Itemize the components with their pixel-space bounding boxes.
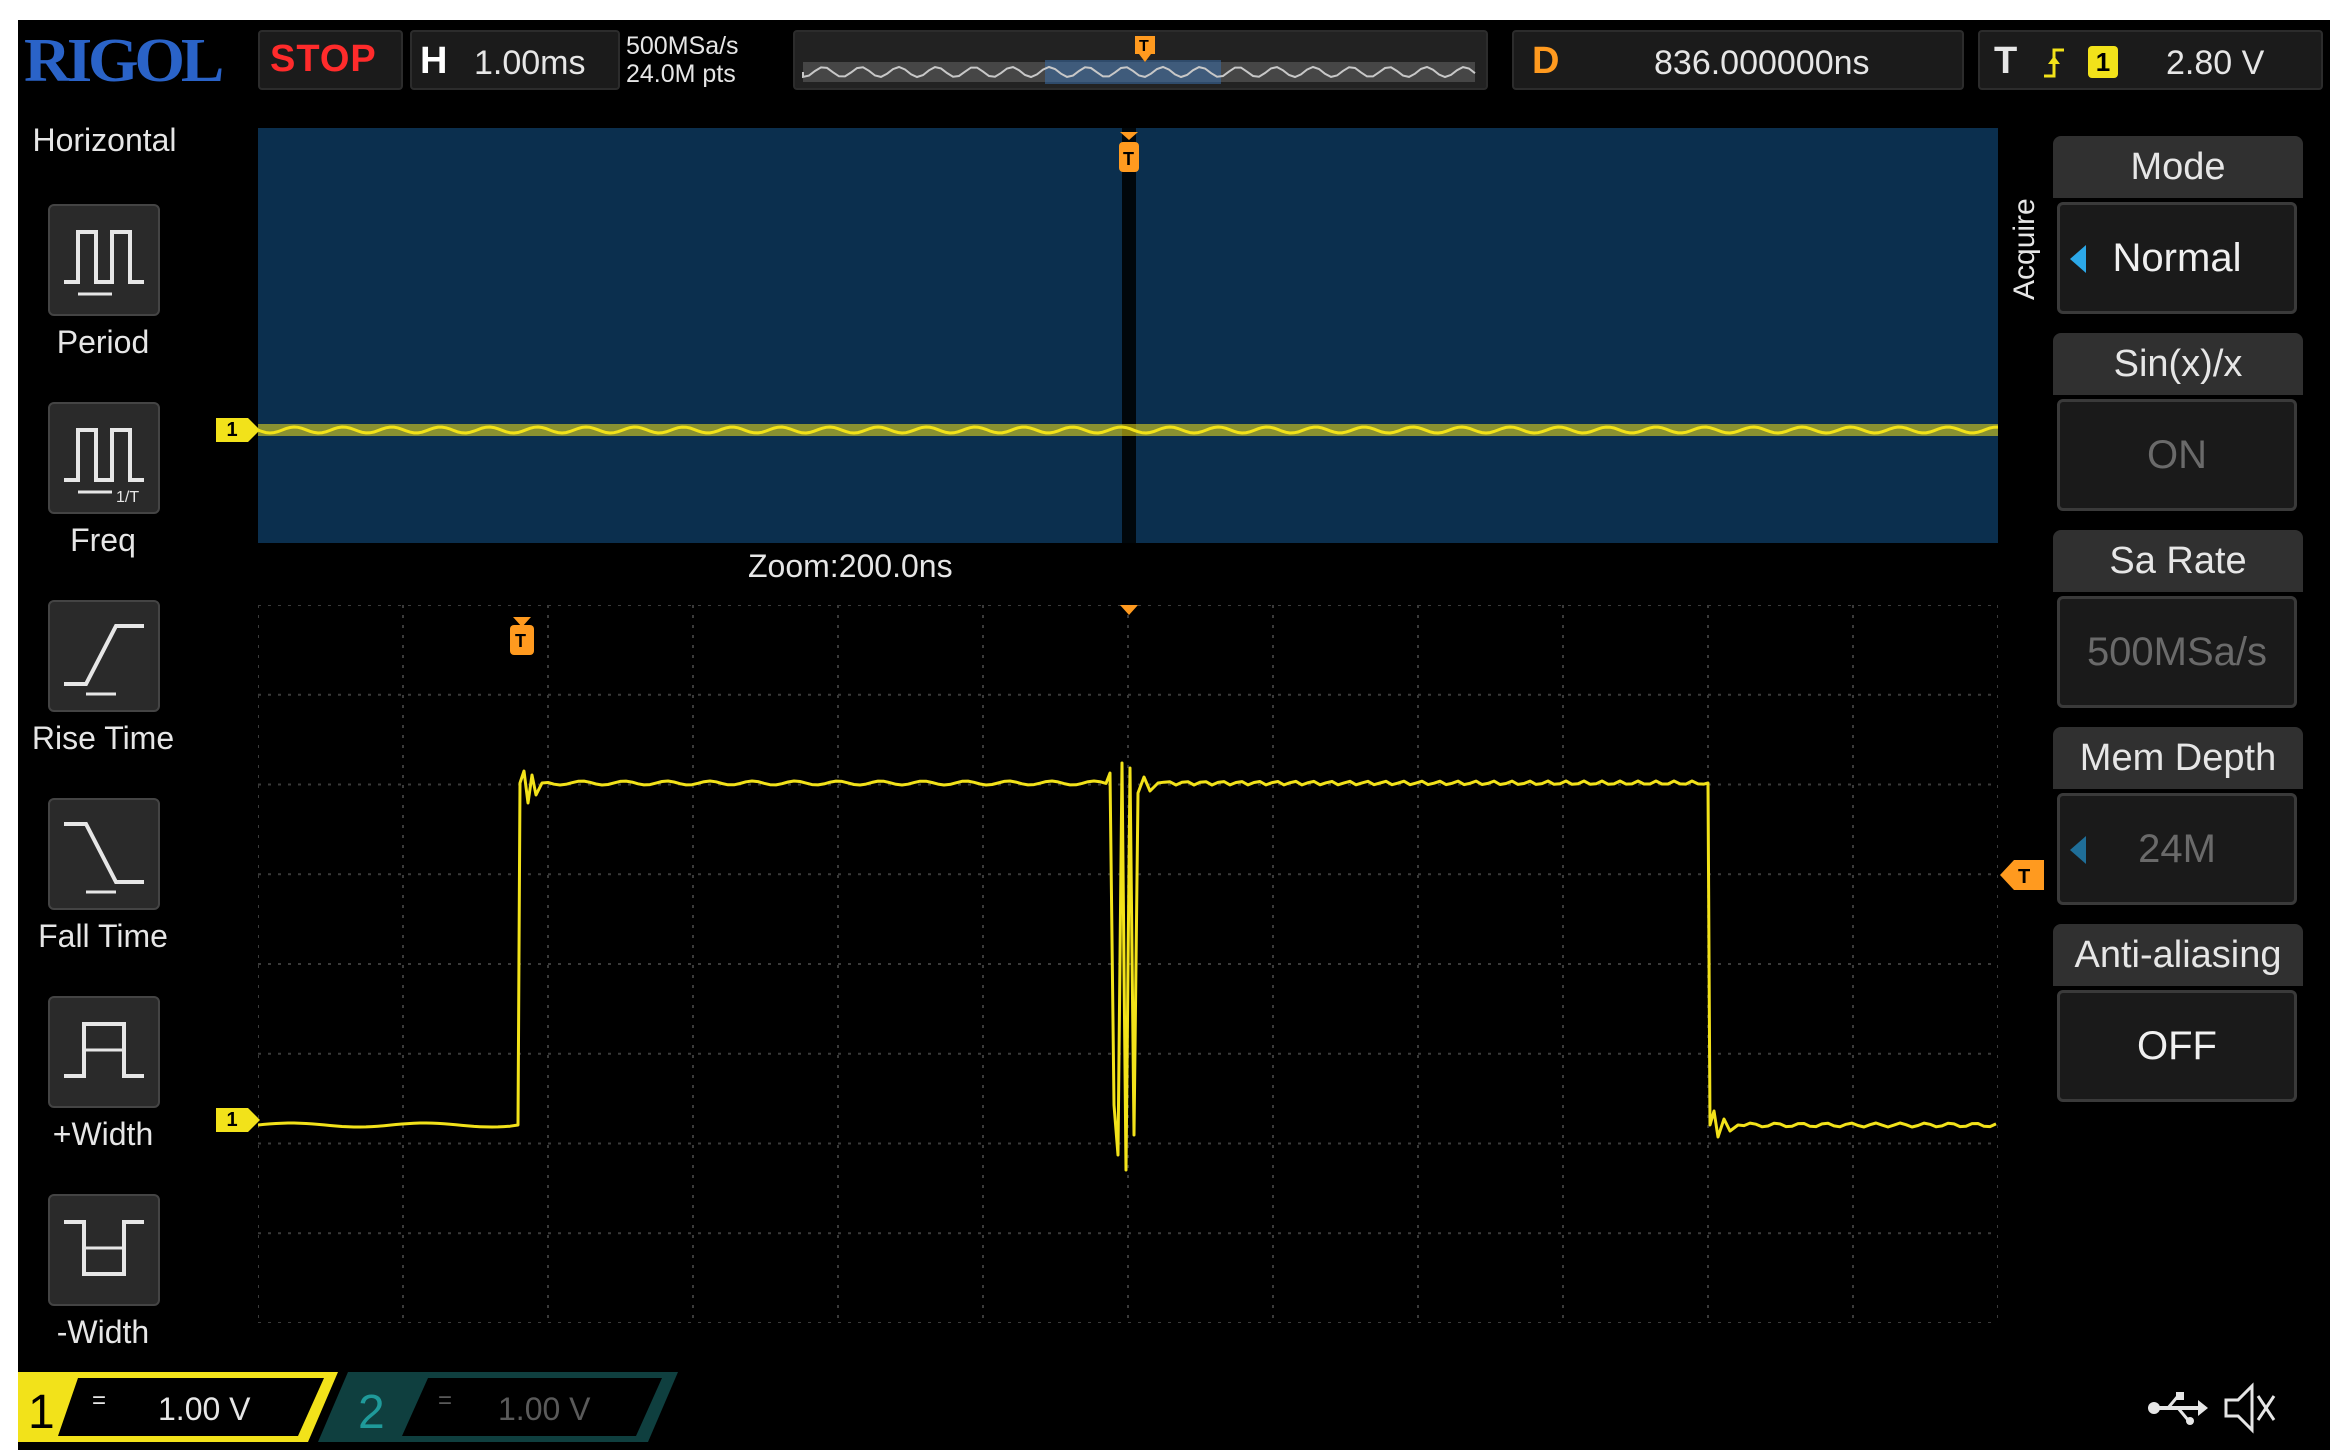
panel-title: Horizontal (32, 122, 177, 158)
channel-2-number: 2 (358, 1386, 385, 1439)
acquisition-info: 500MSa/s 24.0M pts (626, 32, 786, 88)
measure-label: -Width (56, 1314, 150, 1350)
channel-2-scale: 1.00 V (498, 1391, 591, 1427)
top-status-bar: RIGOL STOP H 1.00ms 500MSa/s 24.0M pts T (18, 20, 2330, 102)
svg-text:1/T: 1/T (116, 489, 139, 506)
trigger-label: T (1994, 40, 2018, 82)
oscilloscope-screen: RIGOL STOP H 1.00ms 500MSa/s 24.0M pts T (18, 20, 2330, 1450)
horizontal-measure-panel: Horizontal Period 1/T Freq Rise Time Fal… (18, 122, 188, 1350)
measure-period-button[interactable]: Period (18, 204, 188, 400)
run-stop-indicator[interactable]: STOP (258, 30, 403, 90)
delay-readout[interactable]: D 836.000000ns (1512, 30, 1964, 90)
overview-waveform-window[interactable]: T (258, 128, 1998, 543)
menu-item-memory-depth[interactable]: Mem Depth 24M (2053, 727, 2308, 922)
timeline-waveform: T (802, 36, 1476, 84)
svg-text:T: T (1139, 38, 1149, 55)
measure-fall-time-button[interactable]: Fall Time (18, 798, 188, 994)
measure-frequency-button[interactable]: 1/T Freq (18, 402, 188, 598)
overview-channel-marker[interactable]: 1 (216, 418, 260, 442)
rise-time-icon (48, 600, 160, 712)
menu-item-sample-rate[interactable]: Sa Rate 500MSa/s (2053, 530, 2308, 725)
zoom-grid-and-trace: T (258, 605, 1998, 1323)
trigger-readout[interactable]: T 1 2.80 V (1978, 30, 2323, 90)
dc-coupling-icon: = (438, 1387, 452, 1414)
svg-text:T: T (2018, 866, 2030, 888)
measure-label: Period (56, 324, 150, 360)
menu-header: Sin(x)/x (2053, 333, 2303, 395)
run-state-label: STOP (270, 38, 377, 80)
menu-value: Normal (2057, 202, 2297, 314)
negative-width-icon (48, 1194, 160, 1306)
fall-time-icon (48, 798, 160, 910)
svg-text:T: T (1123, 149, 1134, 169)
measure-label: +Width (52, 1116, 154, 1152)
measure-positive-width-button[interactable]: +Width (18, 996, 188, 1192)
trigger-source-badge: 1 (2088, 46, 2118, 78)
menu-value: OFF (2057, 990, 2297, 1102)
menu-item-mode[interactable]: Mode Normal (2053, 136, 2308, 331)
speaker-muted-icon[interactable] (2218, 1378, 2278, 1438)
menu-value: ON (2057, 399, 2297, 511)
rising-edge-icon (2044, 48, 2064, 78)
zoom-timebase-label: Zoom:200.0ns (748, 548, 953, 584)
channel-2-tab[interactable]: 2 = 1.00 V (318, 1372, 678, 1442)
overview-trace: T (258, 128, 1998, 543)
menu-header: Sa Rate (2053, 530, 2303, 592)
zoom-trigger-marker-icon: T (510, 617, 534, 655)
timeline-trigger-marker-icon: T (1135, 36, 1155, 62)
timebase-value: 1.00ms (474, 44, 586, 82)
selector-arrow-icon (2070, 836, 2086, 864)
trigger-level-marker-icon[interactable]: T (2000, 858, 2048, 892)
measure-label: Freq (70, 522, 136, 558)
measure-rise-time-button[interactable]: Rise Time (18, 600, 188, 796)
sample-rate-readout: 500MSa/s (626, 32, 739, 60)
zoom-waveform-window[interactable]: T (258, 605, 1998, 1323)
selector-arrow-icon (2070, 245, 2086, 273)
menu-item-sinx[interactable]: Sin(x)/x ON (2053, 333, 2308, 528)
menu-header: Mode (2053, 136, 2303, 198)
memory-timeline[interactable]: T (793, 30, 1488, 90)
menu-value: 500MSa/s (2057, 596, 2297, 708)
bottom-channel-bar: 1 = 1.00 V 2 = 1.00 V (18, 1360, 2330, 1450)
menu-value: 24M (2057, 793, 2297, 905)
channel-1-tab[interactable]: 1 = 1.00 V (18, 1372, 338, 1442)
measure-label: Fall Time (38, 918, 168, 954)
timebase-label: H (420, 40, 448, 82)
channel-1-number: 1 (28, 1386, 55, 1439)
menu-item-anti-aliasing[interactable]: Anti-aliasing OFF (2053, 924, 2308, 1119)
channel-1-scale: 1.00 V (158, 1391, 251, 1427)
rigol-logo: RIGOL (24, 27, 224, 95)
delay-value: 836.000000ns (1654, 44, 1870, 82)
memory-points-readout: 24.0M pts (626, 60, 736, 88)
svg-text:T: T (515, 631, 526, 651)
positive-width-icon (48, 996, 160, 1108)
delay-label: D (1532, 40, 1560, 82)
usb-icon (2148, 1392, 2208, 1425)
menu-header: Anti-aliasing (2053, 924, 2303, 986)
menu-header: Mem Depth (2053, 727, 2303, 789)
dc-coupling-icon: = (92, 1387, 106, 1414)
zoom-channel-marker[interactable]: 1 (216, 1108, 260, 1132)
zoom-trigger-position-icon (1120, 605, 1138, 615)
acquire-menu-title: Acquire (2008, 198, 2041, 300)
frequency-icon: 1/T (48, 402, 160, 514)
trigger-level-value: 2.80 V (2166, 44, 2265, 82)
period-icon (48, 204, 160, 316)
horizontal-timebase[interactable]: H 1.00ms (410, 30, 620, 90)
measure-label: Rise Time (31, 720, 175, 756)
